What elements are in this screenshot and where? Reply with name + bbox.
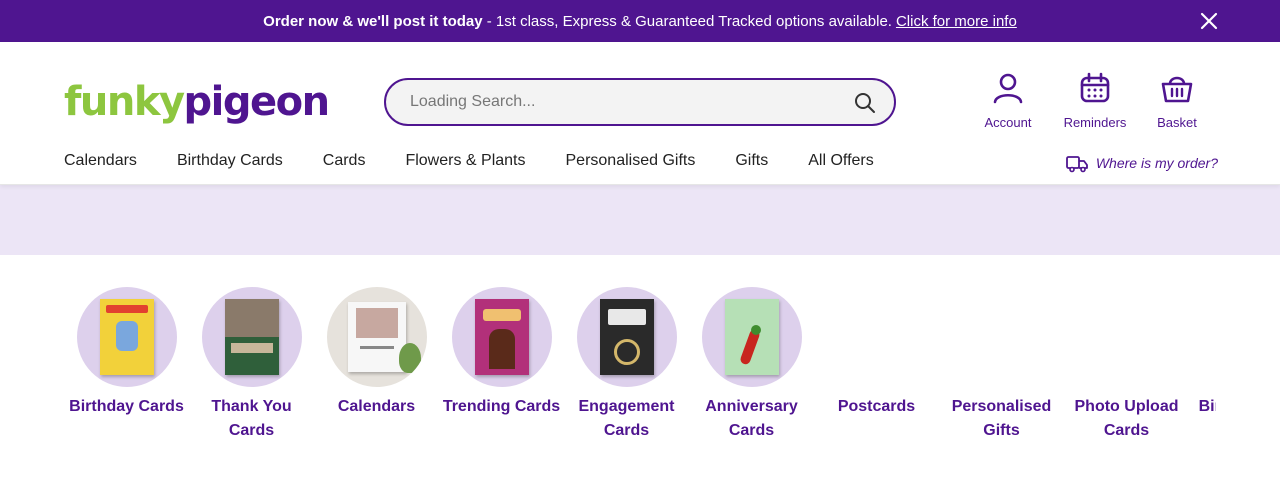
- header-utilities: Account Reminders Basket: [978, 72, 1218, 130]
- category-calendars[interactable]: Calendars: [314, 287, 439, 443]
- category-personalised-gifts[interactable]: Personalised Gifts: [939, 287, 1064, 443]
- calendar-image: [347, 302, 406, 372]
- category-trending-cards[interactable]: Trending Cards: [439, 287, 564, 443]
- category-thumbnail: [76, 287, 177, 387]
- category-label: Birthday Cards: [69, 398, 184, 415]
- category-carousel: Birthday Cards Thank You Cards Calendars: [64, 287, 1216, 457]
- category-thumbnail: [1201, 287, 1216, 387]
- category-thumbnail: [451, 287, 552, 387]
- category-label: Personalised Gifts: [951, 398, 1052, 439]
- nav-item-all-offers[interactable]: All Offers: [808, 152, 874, 170]
- user-icon: [993, 73, 1023, 104]
- category-birthday-cards[interactable]: Birthday Cards: [64, 287, 189, 443]
- category-label: Engagement Cards: [578, 398, 675, 439]
- promo-detail-text: - 1st class, Express & Guaranteed Tracke…: [482, 12, 892, 30]
- site-header: funkypigeon Account Reminders: [0, 42, 1280, 185]
- promo-more-info-link[interactable]: Click for more info: [896, 13, 1017, 30]
- category-label: Anniversary Cards: [705, 398, 798, 439]
- category-thank-you-cards[interactable]: Thank You Cards: [189, 287, 314, 443]
- card-image: [474, 299, 529, 375]
- category-thumbnail: [826, 287, 927, 387]
- category-engagement-cards[interactable]: Engagement Cards: [564, 287, 689, 443]
- account-button[interactable]: Account: [978, 72, 1038, 130]
- calendar-icon: [1080, 72, 1110, 103]
- category-photo-upload-cards[interactable]: Photo Upload Cards: [1064, 287, 1189, 443]
- category-thumbnail: [201, 287, 302, 387]
- logo-part-funky: funky: [64, 79, 185, 125]
- nav-item-flowers-plants[interactable]: Flowers & Plants: [405, 152, 525, 170]
- funkypigeon-logo[interactable]: funkypigeon: [64, 79, 331, 125]
- category-label: Birthday Gifts: [1198, 398, 1216, 415]
- search-input[interactable]: [386, 80, 826, 124]
- category-label: Trending Cards: [442, 398, 561, 415]
- card-image: [224, 299, 279, 375]
- category-label: Thank You Cards: [211, 398, 292, 439]
- category-label: Postcards: [837, 398, 916, 415]
- category-thumbnail: [326, 287, 427, 387]
- category-thumbnail: [701, 287, 802, 387]
- where-is-my-order-link[interactable]: Where is my order?: [1065, 152, 1218, 174]
- basket-icon: [1161, 76, 1193, 103]
- basket-label: Basket: [1157, 115, 1197, 130]
- reminders-label: Reminders: [1063, 115, 1127, 130]
- logo-part-pigeon: pigeon: [183, 79, 331, 125]
- close-icon[interactable]: [1200, 12, 1218, 30]
- nav-item-calendars[interactable]: Calendars: [64, 152, 137, 170]
- category-thumbnail: [1076, 287, 1177, 387]
- category-label: Photo Upload Cards: [1074, 398, 1179, 439]
- where-is-my-order-label: Where is my order?: [1095, 155, 1218, 171]
- category-label: Calendars: [337, 398, 416, 415]
- promo-text: Order now & we'll post it today - 1st cl…: [263, 13, 892, 30]
- card-image: [599, 299, 654, 375]
- category-track: Birthday Cards Thank You Cards Calendars: [64, 287, 1216, 443]
- nav-item-cards[interactable]: Cards: [323, 152, 366, 170]
- card-image: [99, 299, 154, 375]
- promo-bold-text: Order now & we'll post it today: [263, 12, 483, 30]
- account-label: Account: [984, 115, 1032, 130]
- main-nav: Calendars Birthday Cards Cards Flowers &…: [64, 152, 914, 170]
- nav-item-personalised-gifts[interactable]: Personalised Gifts: [566, 152, 696, 170]
- promo-banner: [0, 185, 1280, 255]
- search-box: [384, 78, 896, 126]
- category-thumbnail: [576, 287, 677, 387]
- category-thumbnail: [951, 287, 1052, 387]
- category-postcards[interactable]: Postcards: [814, 287, 939, 443]
- card-image: [724, 299, 779, 375]
- basket-button[interactable]: Basket: [1136, 72, 1218, 130]
- category-birthday-gifts[interactable]: Birthday Gifts: [1189, 287, 1216, 443]
- nav-item-birthday-cards[interactable]: Birthday Cards: [177, 152, 283, 170]
- category-anniversary-cards[interactable]: Anniversary Cards: [689, 287, 814, 443]
- promo-bar: Order now & we'll post it today - 1st cl…: [0, 0, 1280, 42]
- delivery-truck-icon: [1065, 156, 1088, 173]
- nav-item-gifts[interactable]: Gifts: [735, 152, 768, 170]
- search-icon[interactable]: [854, 92, 876, 114]
- reminders-button[interactable]: Reminders: [1054, 72, 1136, 130]
